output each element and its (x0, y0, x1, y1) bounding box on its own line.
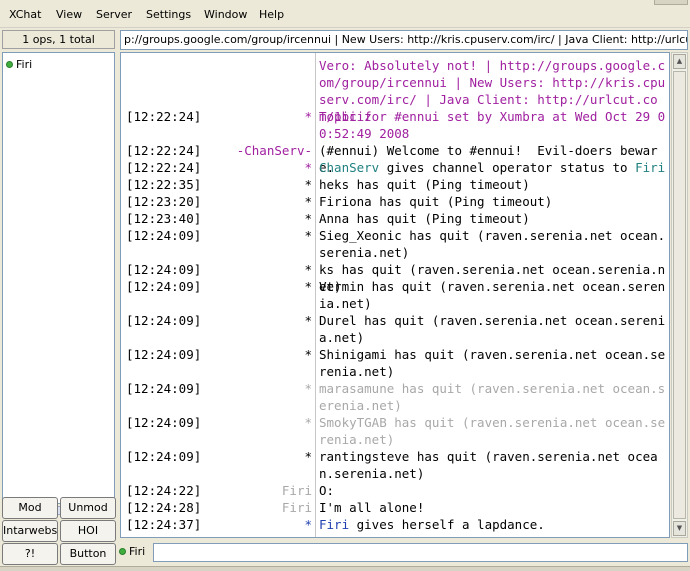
chat-nick[interactable]: * (304, 380, 312, 397)
menubar: XChat View Server Settings Window Help (0, 0, 690, 28)
chat-nick[interactable]: * (304, 312, 312, 329)
menu-xchat[interactable]: XChat (9, 8, 41, 21)
chat-message: Shinigami has quit (raven.serenia.net oc… (319, 347, 666, 379)
input-nick-label: Firi (129, 545, 146, 558)
chat-timestamp: [12:23:40] (126, 211, 202, 226)
chat-nick[interactable]: Firi (282, 499, 312, 516)
chat-message: heks has quit (Ping timeout) (319, 177, 530, 192)
chat-timestamp: [12:24:09] (126, 228, 202, 243)
chat-line: [12:24:09] * Sieg_Xeonic has quit (raven.s… (121, 227, 669, 261)
chat-timestamp: [12:24:09] (126, 381, 202, 396)
chat-line: [12:24:09] * SmokyTGAB has quit (raven.ser… (121, 414, 669, 448)
chat-line: [12:23:40] * Anna has quit (Ping timeout) (121, 210, 669, 227)
chat-message: Sieg_Xeonic has quit (raven.serenia.net … (319, 228, 666, 260)
menu-server[interactable]: Server (96, 8, 132, 21)
scroll-down-arrow-icon[interactable]: ▼ (673, 521, 686, 536)
mod-button[interactable]: Mod (2, 497, 58, 519)
chat-nick[interactable]: Firi (282, 482, 312, 499)
chat-message: Vermin has quit (raven.serenia.net ocean… (319, 279, 666, 311)
chat-timestamp: [12:24:28] (126, 500, 202, 515)
chat-nick[interactable]: * (304, 346, 312, 363)
hoi-button[interactable]: HOI (60, 520, 116, 542)
chat-line: [12:22:35] * heks has quit (Ping timeout) (121, 176, 669, 193)
chat-timestamp: [12:24:09] (126, 262, 202, 277)
chat-line: [12:24:09] * Durel has quit (raven.serenia… (121, 312, 669, 346)
chat-timestamp: [12:24:37] (126, 517, 202, 532)
user-entry-firi[interactable]: Firi (6, 58, 32, 71)
chat-line: [12:24:22] Firi O: (121, 482, 669, 499)
chat-nick[interactable]: * (304, 227, 312, 244)
chat-line: [12:24:09] * marasamune has quit (raven.se… (121, 380, 669, 414)
chat-message: O: (319, 483, 335, 498)
ops-count-label: 1 ops, 1 total (2, 30, 115, 49)
chat-line: [12:22:24] * ChanServ gives channel operat… (121, 159, 669, 176)
chat-nick[interactable]: * (304, 210, 312, 227)
menu-view[interactable]: View (56, 8, 82, 21)
status-dot-icon (6, 61, 13, 68)
chat-timestamp: [12:24:09] (126, 415, 202, 430)
chat-timestamp: [12:24:09] (126, 347, 202, 362)
menu-help[interactable]: Help (259, 8, 284, 21)
chat-nick[interactable]: * (304, 176, 312, 193)
chat-message: Firiona has quit (Ping timeout) (319, 194, 553, 209)
chat-log[interactable]: Vero: Absolutely not! | http://groups.go… (120, 52, 670, 538)
exclaim-button[interactable]: ?! (2, 543, 58, 565)
chat-line: Vero: Absolutely not! | http://groups.go… (121, 57, 669, 124)
userlist[interactable]: Firi (2, 52, 115, 504)
chat-nick[interactable]: * (304, 448, 312, 465)
chat-line: [12:24:37] * Firi gives herself a lapdance… (121, 516, 669, 533)
chat-line: [12:24:09] * ks has quit (raven.serenia.ne… (121, 261, 669, 294)
chat-nick[interactable]: * (304, 159, 312, 176)
scroll-up-arrow-icon[interactable]: ▲ (673, 54, 686, 69)
chat-timestamp: [12:22:24] (126, 143, 202, 158)
chat-message: Topic for #ennui set by Xumbra at Wed Oc… (319, 109, 666, 141)
chat-line: [12:22:24] * Topic for #ennui set by Xumbr… (121, 108, 669, 142)
chat-nick[interactable]: * (304, 261, 312, 278)
chat-nick[interactable]: * (304, 193, 312, 210)
chat-line: [12:24:28] Firi I'm all alone! (121, 499, 669, 516)
chat-message: Firi gives herself a lapdance. (319, 517, 545, 532)
chat-message: SmokyTGAB has quit (raven.serenia.net oc… (319, 415, 666, 447)
chat-timestamp: [12:23:20] (126, 194, 202, 209)
chat-line: [12:24:09] * rantingsteve has quit (raven.… (121, 448, 669, 482)
input-nick[interactable]: Firi (119, 545, 145, 558)
menu-settings[interactable]: Settings (146, 8, 191, 21)
chat-message: ChanServ gives channel operator status t… (319, 160, 666, 175)
chat-nick[interactable]: -ChanServ- (237, 142, 312, 159)
unmod-button[interactable]: Unmod (60, 497, 116, 519)
chat-line: [12:24:09] * Shinigami has quit (raven.ser… (121, 346, 669, 380)
chat-line: [12:23:20] * Firiona has quit (Ping timeou… (121, 193, 669, 210)
chat-vertical-scrollbar[interactable]: ▲ ▼ (671, 52, 688, 538)
chat-timestamp: [12:24:09] (126, 313, 202, 328)
status-dot-icon (119, 548, 126, 555)
chat-message: Anna has quit (Ping timeout) (319, 211, 530, 226)
user-name: Firi (16, 58, 33, 71)
chat-message: rantingsteve has quit (raven.serenia.net… (319, 449, 658, 481)
custom-button[interactable]: Button (60, 543, 116, 565)
chat-nick[interactable]: * (304, 516, 312, 533)
menu-window[interactable]: Window (204, 8, 247, 21)
chat-timestamp: [12:22:35] (126, 177, 202, 192)
chat-nick[interactable]: * (304, 414, 312, 431)
intarwebs-button[interactable]: Intarwebs (2, 520, 58, 542)
chat-line: [12:22:24] -ChanServ- (#ennui) Welcome to … (121, 142, 669, 175)
message-input[interactable] (153, 543, 688, 562)
chat-message: marasamune has quit (raven.serenia.net o… (319, 381, 666, 413)
channel-tab-bar[interactable] (0, 566, 690, 571)
chat-timestamp: [12:24:09] (126, 449, 202, 464)
scrollbar-thumb[interactable] (673, 71, 686, 519)
chat-nick[interactable]: * (304, 278, 312, 295)
window-corner-control[interactable] (654, 0, 688, 5)
chat-timestamp: [12:22:24] (126, 160, 202, 175)
topic-field[interactable]: p://groups.google.com/group/ircennui | N… (120, 30, 688, 50)
chat-line: [12:24:09] * Vermin has quit (raven.sereni… (121, 278, 669, 312)
chat-message: I'm all alone! (319, 500, 425, 515)
userlist-panel: 1 ops, 1 total Firi Mod Unmod Intarwebs … (0, 30, 117, 567)
chat-timestamp: [12:22:24] (126, 109, 202, 124)
chat-nick[interactable]: * (304, 108, 312, 125)
chat-message: Durel has quit (raven.serenia.net ocean.… (319, 313, 666, 345)
chat-timestamp: [12:24:09] (126, 279, 202, 294)
chat-timestamp: [12:24:22] (126, 483, 202, 498)
